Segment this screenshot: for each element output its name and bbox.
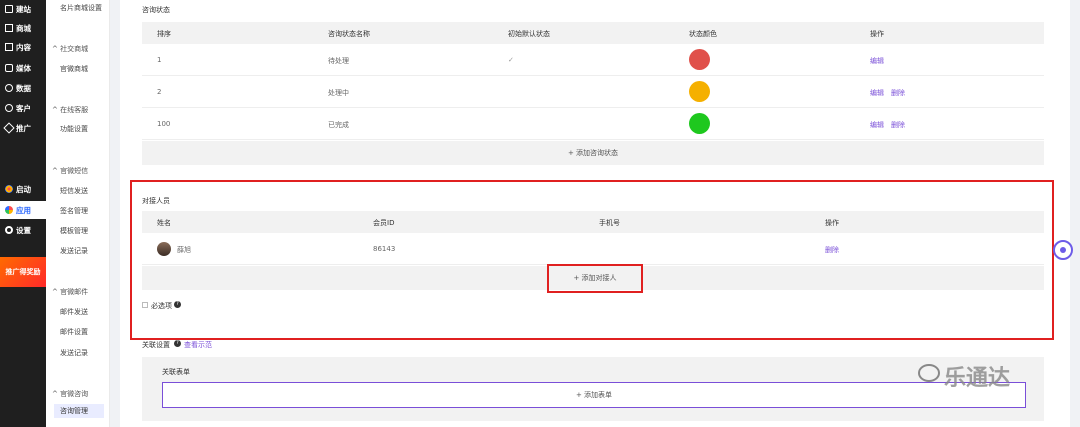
menu-item-card-mall[interactable]: 名片商城设置 bbox=[60, 3, 102, 13]
nav-item-data[interactable]: 数据 bbox=[0, 79, 46, 97]
main-nav: 建站 商城 内容 媒体 数据 客户 推广 启动 应用 设置 推广得奖励 bbox=[0, 0, 46, 427]
cell-order: 2 bbox=[157, 88, 162, 96]
cell-order: 1 bbox=[157, 56, 162, 64]
nav-item-launch[interactable]: 启动 bbox=[0, 180, 46, 198]
nav-item-settings[interactable]: 设置 bbox=[0, 221, 46, 239]
required-checkbox[interactable] bbox=[142, 302, 148, 308]
menu-item-sms-send[interactable]: 短信发送 bbox=[60, 186, 88, 196]
secondary-menu: 名片商城设置 ^ 社交商城 官微商城 ^ 在线客服 功能设置 ^ 官微短信 短信… bbox=[46, 0, 110, 427]
tag-icon bbox=[3, 122, 15, 134]
document-icon bbox=[5, 43, 13, 51]
promo-banner[interactable]: 推广得奖励 bbox=[0, 257, 46, 287]
nav-item-customer[interactable]: 客户 bbox=[0, 99, 46, 117]
relation-section-title: 关联设置 bbox=[142, 341, 170, 349]
cell-member-id: 86143 bbox=[373, 245, 396, 253]
menu-group-social-mall[interactable]: ^ 社交商城 bbox=[52, 44, 88, 54]
nav-item-promote[interactable]: 推广 bbox=[0, 119, 46, 137]
status-color-swatch[interactable] bbox=[689, 113, 710, 134]
watermark: 乐通达 bbox=[944, 366, 1011, 391]
menu-item-template[interactable]: 模板管理 bbox=[60, 226, 88, 236]
status-table-header: 排序 咨询状态名称 初始默认状态 状态颜色 操作 bbox=[142, 22, 1044, 44]
check-icon: ✓ bbox=[508, 56, 514, 64]
nav-item-content[interactable]: 内容 bbox=[0, 38, 46, 56]
nav-item-media[interactable]: 媒体 bbox=[0, 59, 46, 77]
chart-icon bbox=[5, 84, 13, 92]
cell-status-name: 处理中 bbox=[328, 89, 349, 97]
th-member-id: 会员ID bbox=[373, 219, 395, 227]
cell-status-name: 待处理 bbox=[328, 57, 349, 65]
th-order: 排序 bbox=[157, 30, 171, 38]
gear-icon bbox=[5, 226, 13, 234]
table-row: 薛旭 86143 删除 bbox=[142, 233, 1044, 265]
shop-icon bbox=[5, 24, 13, 32]
contact-table-header: 姓名 会员ID 手机号 操作 bbox=[142, 211, 1044, 233]
edit-link[interactable]: 编辑 bbox=[870, 56, 884, 66]
apps-icon bbox=[5, 206, 13, 214]
th-status-name: 咨询状态名称 bbox=[328, 30, 370, 38]
home-icon bbox=[5, 5, 13, 13]
delete-link[interactable]: 删除 bbox=[891, 88, 905, 98]
menu-group-email[interactable]: ^ 官微邮件 bbox=[52, 287, 88, 297]
menu-group-sms[interactable]: ^ 官微短信 bbox=[52, 166, 88, 176]
menu-item-sms-records[interactable]: 发送记录 bbox=[60, 246, 88, 256]
dots-icon bbox=[5, 185, 13, 193]
th-op: 操作 bbox=[825, 219, 839, 227]
nav-item-apps[interactable]: 应用 bbox=[0, 201, 46, 219]
add-form-button[interactable]: + 添加表单 bbox=[162, 382, 1026, 408]
wechat-icon bbox=[918, 364, 940, 382]
help-icon[interactable]: ? bbox=[174, 340, 181, 347]
table-row: 2 处理中 编辑 删除 bbox=[142, 76, 1044, 108]
status-color-swatch[interactable] bbox=[689, 81, 710, 102]
menu-item-function-settings[interactable]: 功能设置 bbox=[60, 124, 88, 134]
help-icon[interactable]: ? bbox=[174, 301, 181, 308]
contact-section-title: 对接人员 bbox=[142, 197, 170, 205]
menu-group-consult[interactable]: ^ 官微咨询 bbox=[52, 389, 88, 399]
th-default: 初始默认状态 bbox=[508, 30, 550, 38]
delete-link[interactable]: 删除 bbox=[825, 245, 839, 255]
avatar bbox=[157, 242, 171, 256]
menu-item-email-records[interactable]: 发送记录 bbox=[60, 348, 88, 358]
menu-group-online-service[interactable]: ^ 在线客服 bbox=[52, 105, 88, 115]
user-icon bbox=[5, 104, 13, 112]
add-status-button[interactable]: + 添加咨询状态 bbox=[142, 141, 1044, 165]
required-label: 必选项 bbox=[151, 302, 172, 310]
cell-contact-name: 薛旭 bbox=[177, 246, 191, 254]
nav-item-mall[interactable]: 商城 bbox=[0, 19, 46, 37]
delete-link[interactable]: 删除 bbox=[891, 120, 905, 130]
status-color-swatch[interactable] bbox=[689, 49, 710, 70]
media-icon bbox=[5, 64, 13, 72]
menu-item-signature[interactable]: 签名管理 bbox=[60, 206, 88, 216]
th-color: 状态颜色 bbox=[689, 30, 717, 38]
nav-item-site[interactable]: 建站 bbox=[0, 0, 46, 18]
th-name: 姓名 bbox=[157, 219, 171, 227]
form-title: 关联表单 bbox=[162, 368, 190, 376]
menu-item-official-mall[interactable]: 官微商城 bbox=[60, 64, 88, 74]
cell-order: 100 bbox=[157, 120, 171, 128]
edit-link[interactable]: 编辑 bbox=[870, 88, 884, 98]
table-row: 1 待处理 ✓ 编辑 bbox=[142, 44, 1044, 76]
add-contact-button[interactable]: + 添加对接人 bbox=[547, 264, 643, 293]
menu-item-consult-manage[interactable]: 咨询管理 bbox=[54, 404, 104, 418]
main-content: 咨询状态 排序 咨询状态名称 初始默认状态 状态颜色 操作 1 待处理 ✓ 编辑… bbox=[120, 0, 1070, 427]
table-row: 100 已完成 编辑 删除 bbox=[142, 108, 1044, 140]
th-phone: 手机号 bbox=[599, 219, 620, 227]
cell-status-name: 已完成 bbox=[328, 121, 349, 129]
menu-item-email-settings[interactable]: 邮件设置 bbox=[60, 327, 88, 337]
view-example-link[interactable]: 查看示范 bbox=[184, 340, 212, 350]
chat-icon[interactable] bbox=[1053, 240, 1073, 260]
edit-link[interactable]: 编辑 bbox=[870, 120, 884, 130]
menu-item-email-send[interactable]: 邮件发送 bbox=[60, 307, 88, 317]
status-section-title: 咨询状态 bbox=[142, 6, 170, 14]
th-ops: 操作 bbox=[870, 30, 884, 38]
